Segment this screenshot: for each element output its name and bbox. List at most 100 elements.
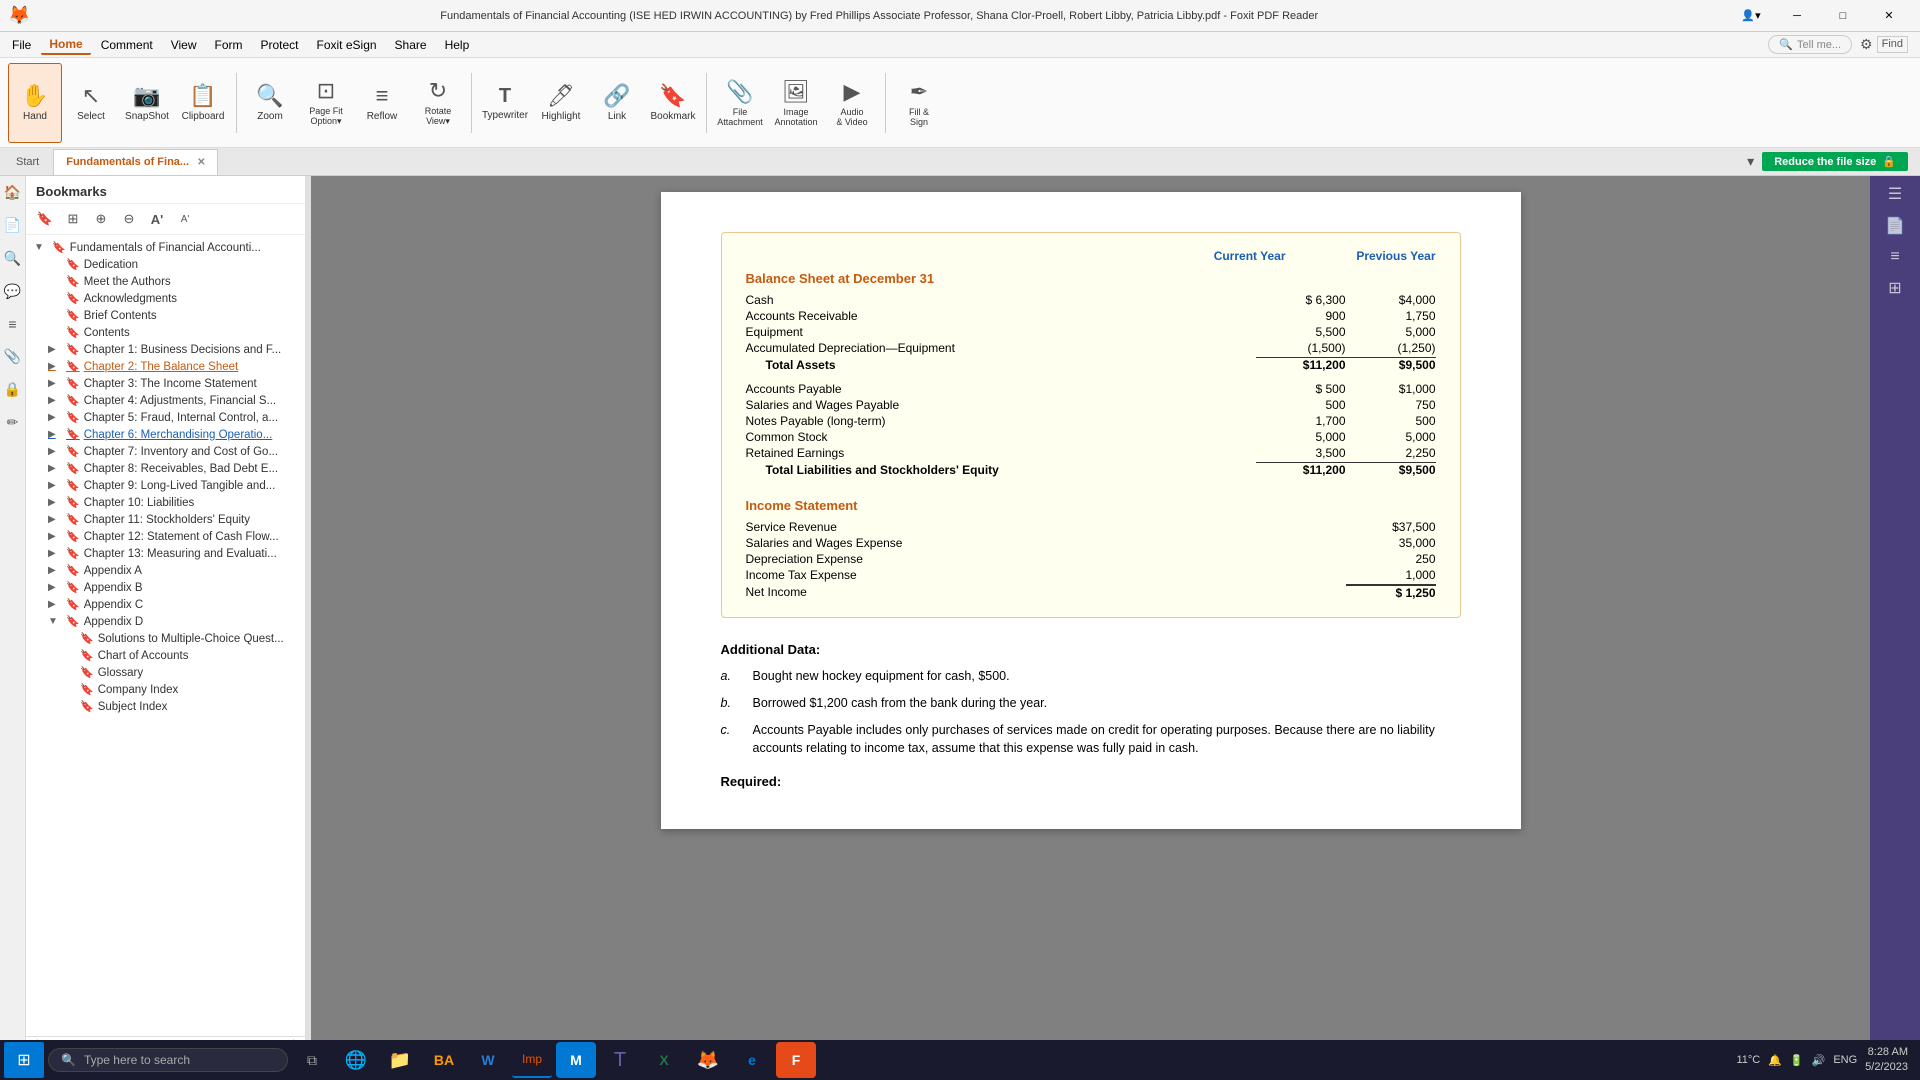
home-icon[interactable]: 🏠 [4, 184, 21, 201]
sidebar-grid-icon[interactable]: ⊞ [62, 208, 84, 230]
toolbar-zoom-btn[interactable]: 🔍 Zoom [243, 63, 297, 143]
expand-chapter1-icon[interactable]: ▶ [48, 344, 62, 355]
find-input[interactable]: Find [1877, 36, 1908, 53]
expand-chapter9-icon[interactable]: ▶ [48, 480, 62, 491]
reduce-file-size-btn[interactable]: Reduce the file size 🔒 [1762, 152, 1908, 171]
start-button[interactable]: ⊞ [4, 1042, 44, 1078]
security-icon[interactable]: 🔒 [4, 381, 21, 398]
toolbar-select-btn[interactable]: ↖ Select [64, 63, 118, 143]
sidebar-item-chapter2[interactable]: ▶ 🔖 Chapter 2: The Balance Sheet [26, 358, 305, 375]
toolbar-reflow-btn[interactable]: ≡ Reflow [355, 63, 409, 143]
minimize-btn[interactable]: ─ [1774, 0, 1820, 32]
sidebar-item-chapter5[interactable]: ▶ 🔖 Chapter 5: Fraud, Internal Control, … [26, 409, 305, 426]
menu-foxiteSign[interactable]: Foxit eSign [309, 36, 385, 54]
sidebar-item-dedication[interactable]: 🔖 Dedication [26, 256, 305, 273]
menu-home[interactable]: Home [41, 35, 90, 55]
taskbar-notification-icon[interactable]: 🔔 [1768, 1054, 1782, 1067]
expand-chapter2-icon[interactable]: ▶ [48, 361, 62, 372]
sidebar-fontA2-icon[interactable]: A' [174, 208, 196, 230]
sidebar-item-meetauthors[interactable]: 🔖 Meet the Authors [26, 273, 305, 290]
toolbar-snapshot-btn[interactable]: 📷 SnapShot [120, 63, 174, 143]
toolbar-pagefit-btn[interactable]: ⊡ Page FitOption▾ [299, 63, 353, 143]
sidebar-item-appendixC[interactable]: ▶ 🔖 Appendix C [26, 596, 305, 613]
tab-start[interactable]: Start [4, 154, 51, 170]
expand-chapter12-icon[interactable]: ▶ [48, 531, 62, 542]
tab-dropdown-icon[interactable]: ▾ [1747, 153, 1754, 170]
sidebar-item-chapter6[interactable]: ▶ 🔖 Chapter 6: Merchandising Operatio... [26, 426, 305, 443]
right-panel-icon4[interactable]: ⊞ [1888, 278, 1901, 298]
expand-chapter13-icon[interactable]: ▶ [48, 548, 62, 559]
sidebar-item-glossary[interactable]: 🔖 Glossary [26, 664, 305, 681]
right-panel-icon1[interactable]: ☰ [1888, 184, 1902, 204]
sidebar-item-companyindex[interactable]: 🔖 Company Index [26, 681, 305, 698]
toolbar-link-btn[interactable]: 🔗 Link [590, 63, 644, 143]
menu-comment[interactable]: Comment [93, 36, 161, 54]
sidebar-item-fundamentals[interactable]: ▼ 🔖 Fundamentals of Financial Accounti..… [26, 239, 305, 256]
expand-chapter10-icon[interactable]: ▶ [48, 497, 62, 508]
expand-chapter7-icon[interactable]: ▶ [48, 446, 62, 457]
layers-icon[interactable]: ≡ [8, 316, 16, 332]
maximize-btn[interactable]: □ [1820, 0, 1866, 32]
expand-chapter11-icon[interactable]: ▶ [48, 514, 62, 525]
expand-chapter6-icon[interactable]: ▶ [48, 429, 62, 440]
sidebar-item-chartofaccounts[interactable]: 🔖 Chart of Accounts [26, 647, 305, 664]
sidebar-item-chapter13[interactable]: ▶ 🔖 Chapter 13: Measuring and Evaluati..… [26, 545, 305, 562]
expand-appendixB-icon[interactable]: ▶ [48, 582, 62, 593]
sidebar-item-chapter12[interactable]: ▶ 🔖 Chapter 12: Statement of Cash Flow..… [26, 528, 305, 545]
tab-document[interactable]: Fundamentals of Fina... ✕ [53, 149, 218, 175]
menu-help[interactable]: Help [437, 36, 478, 54]
sidebar-item-chapter8[interactable]: ▶ 🔖 Chapter 8: Receivables, Bad Debt E..… [26, 460, 305, 477]
sidebar-item-chapter11[interactable]: ▶ 🔖 Chapter 11: Stockholders' Equity [26, 511, 305, 528]
expand-appendixD-icon[interactable]: ▼ [48, 616, 62, 627]
settings-icon[interactable]: ⚙ [1860, 36, 1873, 53]
sidebar-item-chapter7[interactable]: ▶ 🔖 Chapter 7: Inventory and Cost of Go.… [26, 443, 305, 460]
expand-appendixA-icon[interactable]: ▶ [48, 565, 62, 576]
menu-protect[interactable]: Protect [253, 36, 307, 54]
pages-icon[interactable]: 📄 [4, 217, 21, 234]
tab-close-btn[interactable]: ✕ [197, 157, 205, 168]
sidebar-expand-icon[interactable]: ⊕ [90, 208, 112, 230]
menu-file[interactable]: File [4, 36, 39, 54]
toolbar-fileattachment-btn[interactable]: 📎 FileAttachment [713, 63, 767, 143]
attachments-panel-icon[interactable]: 📎 [4, 348, 21, 365]
taskbar-importance-btn[interactable]: Imp [512, 1042, 552, 1078]
expand-fundamentals-icon[interactable]: ▼ [34, 242, 48, 253]
sidebar-item-subjectindex[interactable]: 🔖 Subject Index [26, 698, 305, 715]
expand-chapter5-icon[interactable]: ▶ [48, 412, 62, 423]
taskbar-edge-btn[interactable]: 🌐 [336, 1042, 376, 1078]
sidebar-item-chapter4[interactable]: ▶ 🔖 Chapter 4: Adjustments, Financial S.… [26, 392, 305, 409]
sidebar-item-appendixB[interactable]: ▶ 🔖 Appendix B [26, 579, 305, 596]
sidebar-item-appendixD[interactable]: ▼ 🔖 Appendix D [26, 613, 305, 630]
menu-form[interactable]: Form [207, 36, 251, 54]
toolbar-highlight-btn[interactable]: 🖊 Highlight [534, 63, 588, 143]
toolbar-imageannotation-btn[interactable]: 🖼 ImageAnnotation [769, 63, 823, 143]
expand-appendixC-icon[interactable]: ▶ [48, 599, 62, 610]
tools-icon[interactable]: ✏ [7, 414, 19, 431]
sidebar-item-chapter9[interactable]: ▶ 🔖 Chapter 9: Long-Lived Tangible and..… [26, 477, 305, 494]
comments-icon[interactable]: 💬 [4, 283, 21, 300]
tell-me-input[interactable]: 🔍 Tell me... [1768, 35, 1852, 54]
expand-chapter3-icon[interactable]: ▶ [48, 378, 62, 389]
taskbar-app1[interactable]: BA [424, 1042, 464, 1078]
sidebar-collapse-icon[interactable]: ⊖ [118, 208, 140, 230]
sidebar-fontA1-icon[interactable]: A' [146, 208, 168, 230]
sidebar-item-chapter3[interactable]: ▶ 🔖 Chapter 3: The Income Statement [26, 375, 305, 392]
taskbar-teams-btn[interactable]: T [600, 1042, 640, 1078]
right-panel-icon3[interactable]: ≡ [1890, 248, 1899, 266]
taskbar-msedge-btn[interactable]: e [732, 1042, 772, 1078]
toolbar-typewriter-btn[interactable]: T Typewriter [478, 63, 532, 143]
menu-share[interactable]: Share [387, 36, 435, 54]
toolbar-clipboard-btn[interactable]: 📋 Clipboard [176, 63, 230, 143]
taskbar-app2[interactable]: M [556, 1042, 596, 1078]
sidebar-item-acknowledgments[interactable]: 🔖 Acknowledgments [26, 290, 305, 307]
toolbar-hand-btn[interactable]: ✋ Hand [8, 63, 62, 143]
sidebar-item-appendixA[interactable]: ▶ 🔖 Appendix A [26, 562, 305, 579]
sidebar-item-chapter10[interactable]: ▶ 🔖 Chapter 10: Liabilities [26, 494, 305, 511]
taskbar-volume-icon[interactable]: 🔊 [1812, 1054, 1826, 1067]
sidebar-item-solutions[interactable]: 🔖 Solutions to Multiple-Choice Quest... [26, 630, 305, 647]
user-btn[interactable]: 👤▾ [1728, 0, 1774, 32]
sidebar-item-chapter1[interactable]: ▶ 🔖 Chapter 1: Business Decisions and F.… [26, 341, 305, 358]
taskbar-word-btn[interactable]: W [468, 1042, 508, 1078]
toolbar-rotate-btn[interactable]: ↻ RotateView▾ [411, 63, 465, 143]
sidebar-item-briefcontents[interactable]: 🔖 Brief Contents [26, 307, 305, 324]
